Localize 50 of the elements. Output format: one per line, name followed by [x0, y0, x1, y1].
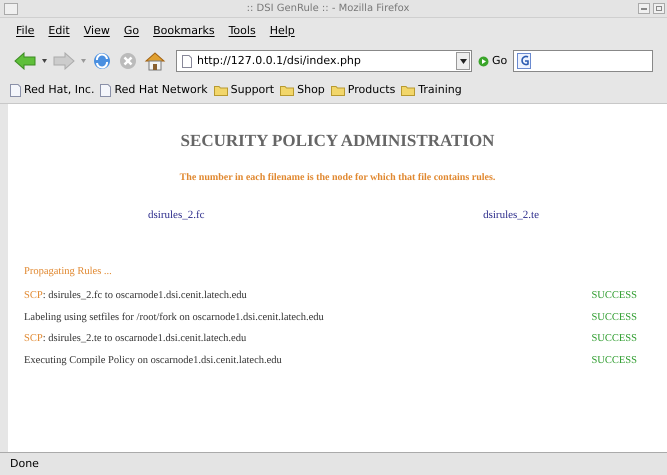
window-title: :: DSI GenRule :: - Mozilla Firefox — [246, 2, 410, 16]
menu-item[interactable]: Bookmarks — [147, 22, 221, 40]
log-line: Executing Compile Policy on oscarnode1.dsi.cenit.latech.edu — [24, 354, 282, 368]
file-link[interactable]: dsirules_2.te — [483, 207, 539, 224]
caret-icon — [460, 58, 466, 64]
log-title: Propagating Rules ... — [24, 265, 113, 279]
bookmark-item[interactable]: Red Hat Network — [100, 82, 208, 99]
status-label: SUCCESS — [591, 332, 637, 346]
status-label: SUCCESS — [591, 354, 637, 368]
home-icon[interactable] — [144, 51, 166, 71]
folder-icon — [280, 85, 294, 96]
folder-icon — [214, 85, 228, 96]
menu-item[interactable]: View — [78, 22, 116, 40]
folder-icon — [330, 85, 345, 96]
bookmark-item[interactable]: Products — [330, 82, 396, 99]
reload-icon[interactable] — [92, 51, 112, 71]
search-field[interactable] — [513, 50, 653, 72]
stop-icon[interactable] — [118, 51, 138, 71]
minimize-button[interactable] — [638, 3, 650, 14]
menu-item[interactable]: Go — [118, 22, 146, 40]
maximize-button[interactable] — [653, 3, 665, 14]
bookmark-item[interactable]: Training — [401, 82, 462, 99]
back-arrow-icon[interactable] — [14, 52, 36, 70]
bookmark-item[interactable]: Shop — [280, 82, 325, 99]
window-menu-button[interactable] — [4, 2, 18, 14]
bookmark-item[interactable]: Red Hat, Inc. — [10, 82, 94, 99]
file-link[interactable]: dsirules_2.fc — [148, 207, 205, 224]
folder-icon — [401, 85, 416, 96]
log-line: SCP: dsirules_2.fc to oscarnode1.dsi.cenit.latech.edu — [24, 288, 247, 303]
bookmark-item[interactable]: Support — [214, 82, 274, 99]
menu-item[interactable]: Edit — [42, 22, 76, 40]
info-text: The number in each filename is the node for which that file contains rules. — [178, 171, 496, 185]
page-heading: SECURITY POLICY ADMINISTRATION — [180, 130, 496, 152]
go-button[interactable]: Go — [478, 52, 508, 70]
status-text: Done — [10, 456, 39, 472]
log-line: Labeling using setfiles for /root/fork on oscarnode1.dsi.cenit.latech.edu — [24, 310, 324, 324]
caret-icon[interactable] — [42, 59, 47, 63]
search-engine-icon[interactable] — [517, 53, 534, 69]
address-field[interactable]: http://127.0.0.1/dsi/index.php — [176, 50, 472, 72]
menu-item[interactable]: Tools — [222, 22, 262, 40]
menu-item[interactable]: File — [10, 22, 40, 40]
page-icon — [182, 54, 192, 68]
status-label: SUCCESS — [591, 310, 637, 324]
dropdown-button[interactable] — [456, 52, 470, 70]
page-icon — [100, 84, 112, 97]
status-label: SUCCESS — [591, 288, 637, 303]
page-icon — [10, 84, 21, 97]
forward-arrow-icon[interactable] — [53, 52, 75, 70]
log-line: SCP: dsirules_2.te to oscarnode1.dsi.cenit.latech.edu — [24, 332, 246, 346]
menu-item[interactable]: Help — [264, 22, 301, 40]
